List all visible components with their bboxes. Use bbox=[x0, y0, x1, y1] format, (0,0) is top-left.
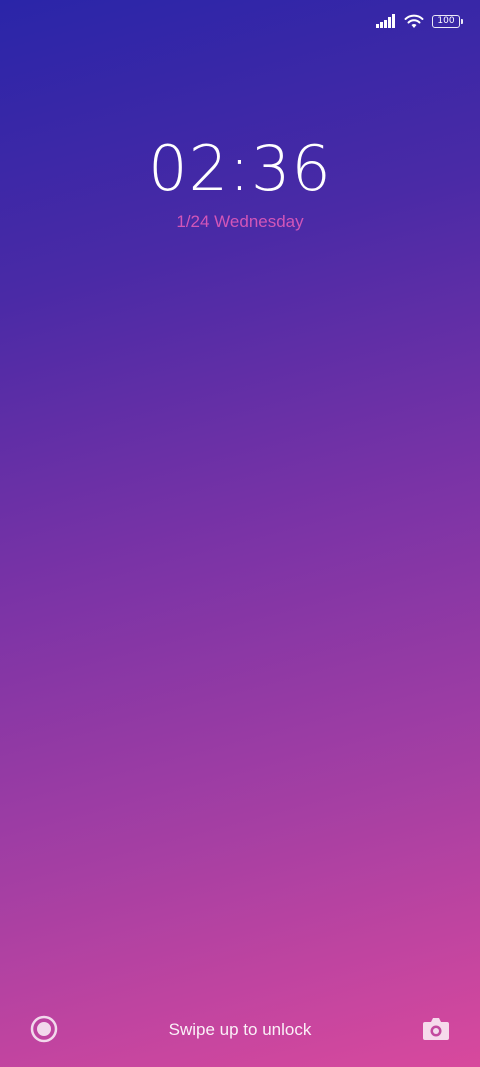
battery-icon: 100 bbox=[432, 14, 463, 28]
lock-bottom-bar: Swipe up to unlock bbox=[0, 1013, 480, 1045]
status-bar: 100 bbox=[376, 10, 463, 32]
signal-strength-icon bbox=[376, 14, 396, 28]
battery-level: 100 bbox=[437, 15, 455, 26]
lock-screen[interactable]: 100 02:36 1/24 Wednesday Swipe up to unl… bbox=[0, 0, 480, 1067]
lock-date: 1/24 Wednesday bbox=[176, 212, 304, 231]
swipe-up-hint: Swipe up to unlock bbox=[168, 1020, 312, 1039]
wifi-icon bbox=[404, 14, 424, 29]
camera-icon[interactable] bbox=[422, 1016, 450, 1042]
lock-clock: 02:36 bbox=[148, 132, 332, 205]
